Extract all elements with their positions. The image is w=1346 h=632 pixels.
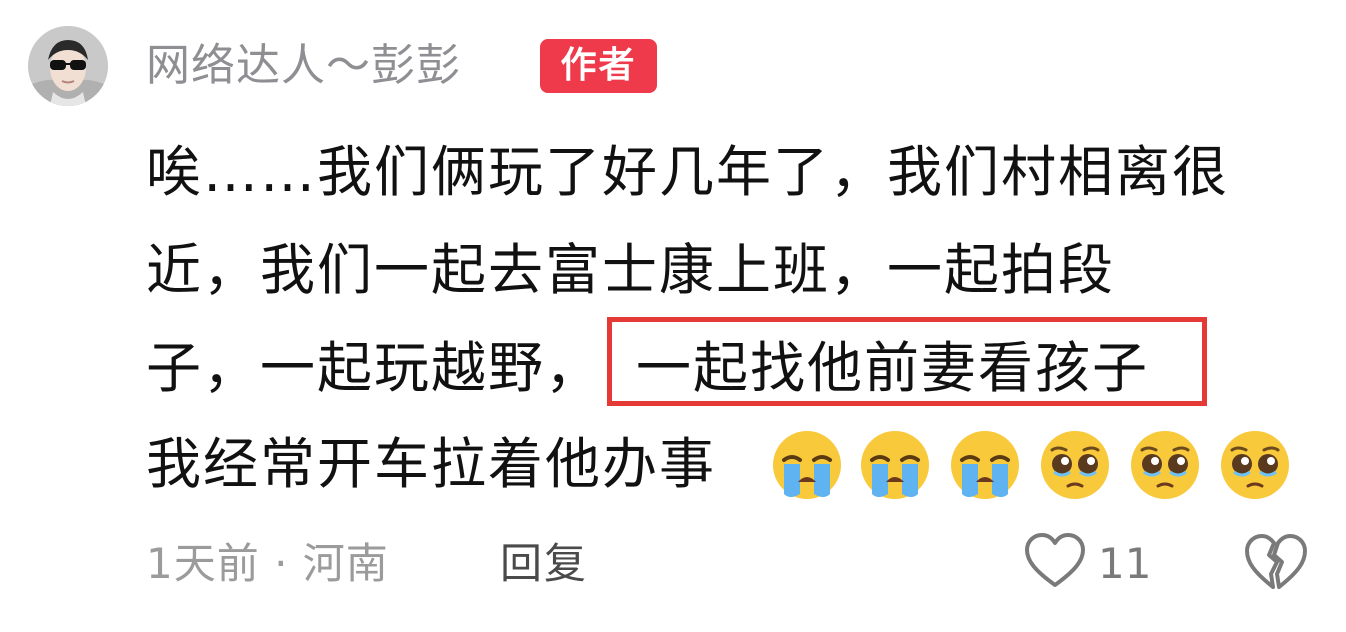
crying-face-icon (951, 431, 1019, 499)
pleading-face-icon (1131, 431, 1199, 499)
broken-heart-icon[interactable] (1244, 532, 1308, 592)
pleading-face-icon (1041, 431, 1109, 499)
comment-card: 网络达人～彭彭 作者 唉……我们俩玩了好几年了，我们村相离很 近，我们一起去富士… (0, 0, 1346, 632)
avatar[interactable] (28, 26, 108, 106)
comment-text-line-4: 我经常开车拉着他办事 (146, 432, 717, 496)
comment-text-line-1: 唉……我们俩玩了好几年了，我们村相离很 (146, 140, 1230, 204)
comment-text-line-3: 子，一起玩越野， (146, 336, 603, 400)
crying-face-icon (861, 431, 929, 499)
comment-text-line-2: 近，我们一起去富士康上班，一起拍段 (146, 238, 1116, 302)
crying-face-icon (773, 431, 841, 499)
author-badge: 作者 (540, 39, 657, 93)
like-count: 11 (1098, 539, 1152, 588)
highlighted-text: 一起找他前妻看孩子 (636, 336, 1150, 400)
reply-button[interactable]: 回复 (500, 534, 588, 594)
username[interactable]: 网络达人～彭彭 (146, 36, 461, 96)
comment-meta: 1天前 · 河南 (146, 539, 389, 588)
heart-icon[interactable] (1024, 532, 1086, 590)
pleading-face-icon (1221, 431, 1289, 499)
